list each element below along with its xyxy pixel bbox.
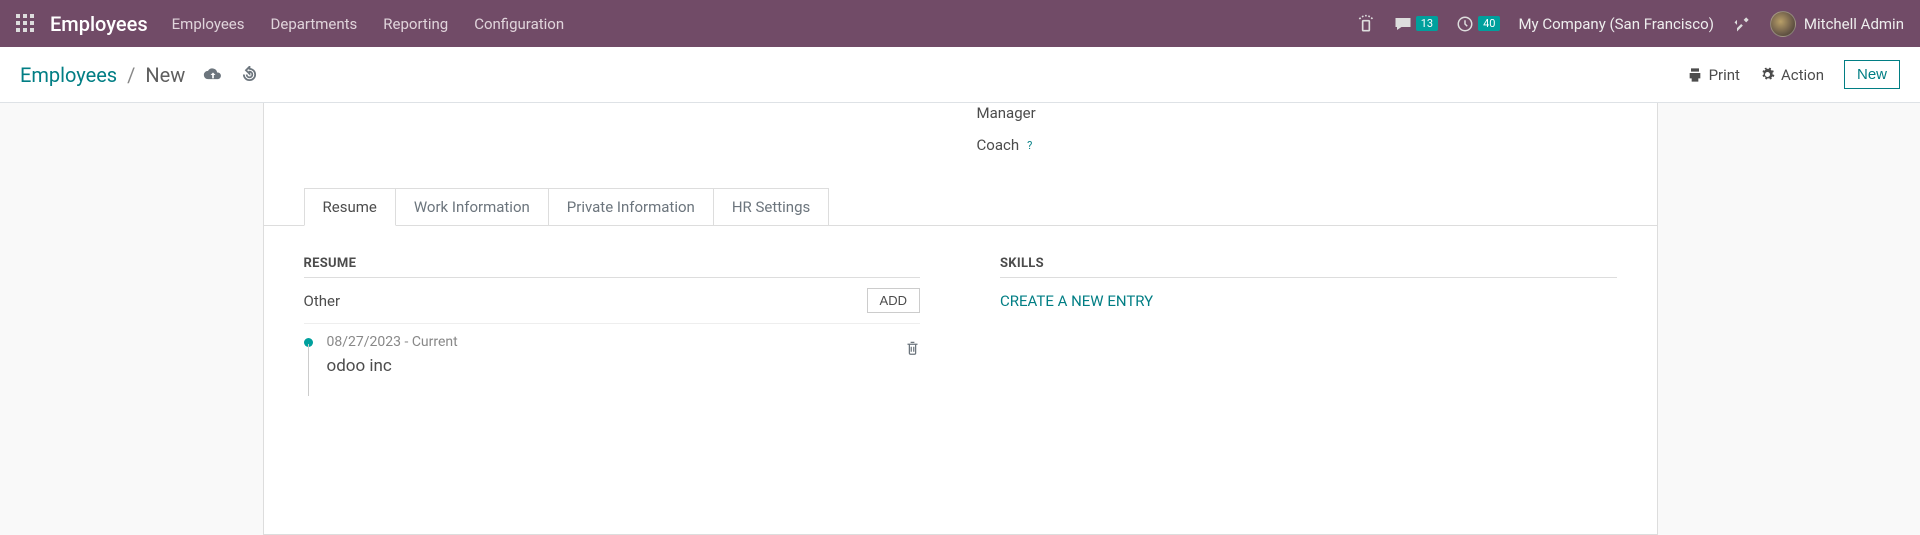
resume-item-date: 08/27/2023 - Current (327, 334, 894, 350)
user-menu[interactable]: Mitchell Admin (1770, 11, 1904, 37)
form-sheet: Manager Coach ? Resume Work Information … (263, 103, 1658, 535)
tab-private-information[interactable]: Private Information (548, 188, 714, 225)
app-brand[interactable]: Employees (50, 12, 148, 36)
action-label: Action (1781, 66, 1824, 84)
delete-resume-item-button[interactable] (905, 340, 920, 356)
coach-label: Coach (977, 136, 1020, 154)
breadcrumb-current: New (145, 63, 185, 87)
main-content: Manager Coach ? Resume Work Information … (0, 103, 1920, 535)
debug-icon[interactable] (1732, 14, 1752, 34)
activities-icon[interactable]: 40 (1456, 15, 1500, 33)
company-switcher[interactable]: My Company (San Francisco) (1518, 15, 1713, 33)
resume-item-title: odoo inc (327, 356, 894, 376)
trash-icon (905, 340, 920, 356)
tab-hr-settings[interactable]: HR Settings (713, 188, 829, 225)
action-button[interactable]: Action (1760, 66, 1824, 84)
print-icon (1687, 67, 1703, 83)
manager-label: Manager (977, 104, 1036, 122)
timeline-line (308, 344, 309, 396)
tab-work-information[interactable]: Work Information (395, 188, 549, 225)
print-label: Print (1709, 66, 1740, 84)
resume-column: RESUME Other ADD 08/27/2023 - Current od… (304, 256, 921, 376)
tab-content: RESUME Other ADD 08/27/2023 - Current od… (264, 226, 1657, 376)
nav-reporting[interactable]: Reporting (383, 15, 448, 33)
tabs: Resume Work Information Private Informat… (264, 188, 1657, 226)
print-button[interactable]: Print (1687, 66, 1740, 84)
breadcrumb-sep: / (127, 63, 135, 87)
messages-icon[interactable]: 13 (1394, 15, 1438, 33)
avatar (1770, 11, 1796, 37)
top-navbar: Employees Employees Departments Reportin… (0, 0, 1920, 47)
resume-section-title: RESUME (304, 256, 921, 278)
resume-group-header: Other ADD (304, 278, 921, 324)
create-skill-link[interactable]: CREATE A NEW ENTRY (1000, 278, 1153, 310)
gear-icon (1760, 67, 1775, 82)
help-icon[interactable]: ? (1027, 139, 1032, 152)
nav-employees[interactable]: Employees (172, 15, 245, 33)
manager-field[interactable]: Manager (977, 104, 1617, 122)
resume-group-name: Other (304, 292, 341, 310)
username: Mitchell Admin (1804, 15, 1904, 33)
skills-section-title: SKILLS (1000, 256, 1617, 278)
activities-badge: 40 (1478, 16, 1500, 31)
breadcrumb: Employees / New (20, 63, 1687, 87)
breadcrumb-root[interactable]: Employees (20, 63, 117, 87)
new-button[interactable]: New (1844, 60, 1900, 89)
nav-configuration[interactable]: Configuration (474, 15, 564, 33)
tab-resume[interactable]: Resume (304, 188, 396, 226)
skills-column: SKILLS CREATE A NEW ENTRY (1000, 256, 1617, 376)
apps-icon[interactable] (16, 14, 36, 34)
resume-item[interactable]: 08/27/2023 - Current odoo inc (304, 324, 921, 376)
phone-icon[interactable] (1356, 14, 1376, 34)
add-resume-button[interactable]: ADD (867, 288, 920, 313)
discard-icon[interactable] (241, 66, 258, 83)
coach-field[interactable]: Coach ? (977, 136, 1617, 154)
nav-departments[interactable]: Departments (271, 15, 358, 33)
save-cloud-icon[interactable] (203, 67, 223, 83)
control-bar: Employees / New Print Action (0, 47, 1920, 103)
messages-badge: 13 (1416, 16, 1438, 31)
